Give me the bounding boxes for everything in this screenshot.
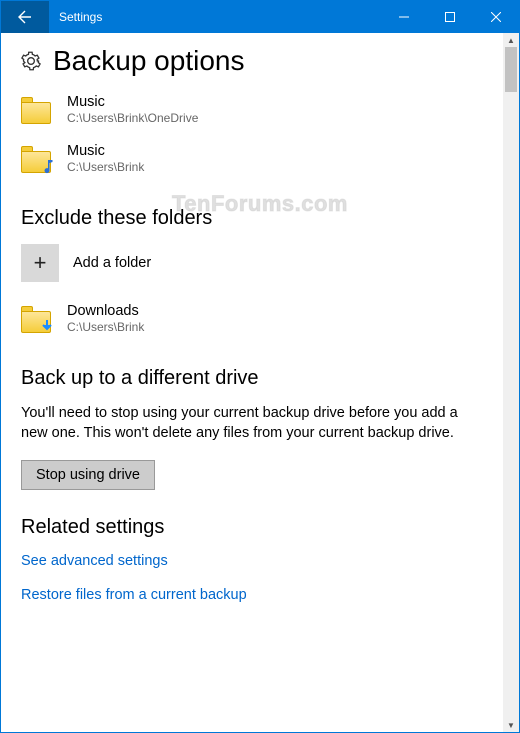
folder-path: C:\Users\Brink [67, 160, 144, 175]
folder-download-icon [21, 305, 53, 333]
music-note-icon [39, 158, 55, 174]
restore-files-link[interactable]: Restore files from a current backup [21, 587, 483, 603]
close-button[interactable] [473, 1, 519, 33]
download-arrow-icon [39, 318, 55, 334]
folder-path: C:\Users\Brink\OneDrive [67, 111, 198, 126]
backup-folder-item[interactable]: Music C:\Users\Brink [21, 136, 483, 181]
folder-name: Music [67, 93, 198, 111]
scroll-down-arrow-icon[interactable]: ▼ [503, 718, 519, 732]
different-drive-heading: Back up to a different drive [21, 367, 483, 390]
back-button[interactable] [1, 1, 49, 33]
folder-name: Downloads [67, 302, 144, 320]
scroll-thumb[interactable] [505, 47, 517, 92]
folder-path: C:\Users\Brink [67, 320, 144, 335]
page-title: Backup options [53, 45, 244, 77]
add-folder-label: Add a folder [73, 255, 151, 271]
folder-name: Music [67, 142, 144, 160]
gear-icon [21, 51, 41, 71]
exclude-heading: Exclude these folders [21, 207, 483, 230]
minimize-icon [399, 12, 409, 22]
content-area: Backup options Music C:\Users\Brink\OneD… [1, 33, 503, 732]
plus-icon: + [21, 244, 59, 282]
window-title: Settings [49, 10, 381, 24]
vertical-scrollbar[interactable]: ▲ ▼ [503, 33, 519, 732]
scroll-up-arrow-icon[interactable]: ▲ [503, 33, 519, 47]
stop-using-drive-button[interactable]: Stop using drive [21, 460, 155, 490]
excluded-folder-item[interactable]: Downloads C:\Users\Brink [21, 296, 483, 341]
back-arrow-icon [17, 9, 33, 25]
minimize-button[interactable] [381, 1, 427, 33]
folder-music-icon [21, 145, 53, 173]
add-folder-button[interactable]: + Add a folder [21, 244, 483, 282]
backup-folder-item[interactable]: Music C:\Users\Brink\OneDrive [21, 87, 483, 132]
maximize-button[interactable] [427, 1, 473, 33]
titlebar: Settings [1, 1, 519, 33]
folder-icon [21, 96, 53, 124]
settings-window: Settings Backup options [0, 0, 520, 733]
advanced-settings-link[interactable]: See advanced settings [21, 553, 483, 569]
related-heading: Related settings [21, 516, 483, 539]
close-icon [491, 12, 501, 22]
window-controls [381, 1, 519, 33]
maximize-icon [445, 12, 455, 22]
different-drive-body: You'll need to stop using your current b… [21, 404, 483, 443]
